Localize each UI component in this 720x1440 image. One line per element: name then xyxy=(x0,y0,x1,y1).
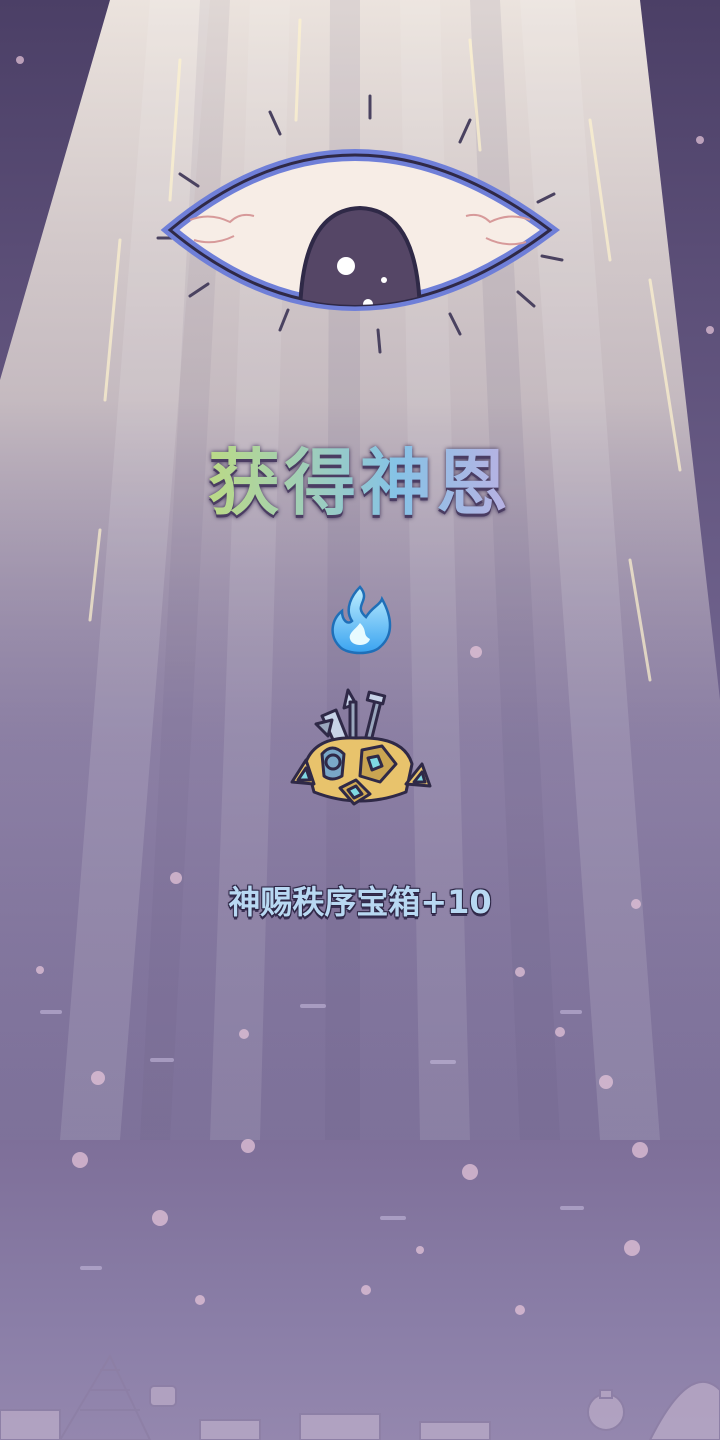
city-silhouette xyxy=(0,1353,720,1440)
treasure-chest-icon xyxy=(290,688,432,806)
divine-eye-icon xyxy=(156,94,564,354)
page-title: 获得神恩 xyxy=(0,428,720,538)
blue-flame-icon xyxy=(331,585,392,655)
reward-scene[interactable]: 获得神恩 神赐秩序宝箱+10 xyxy=(0,0,720,1440)
reward-label: 神赐秩序宝箱+10 xyxy=(228,883,492,921)
